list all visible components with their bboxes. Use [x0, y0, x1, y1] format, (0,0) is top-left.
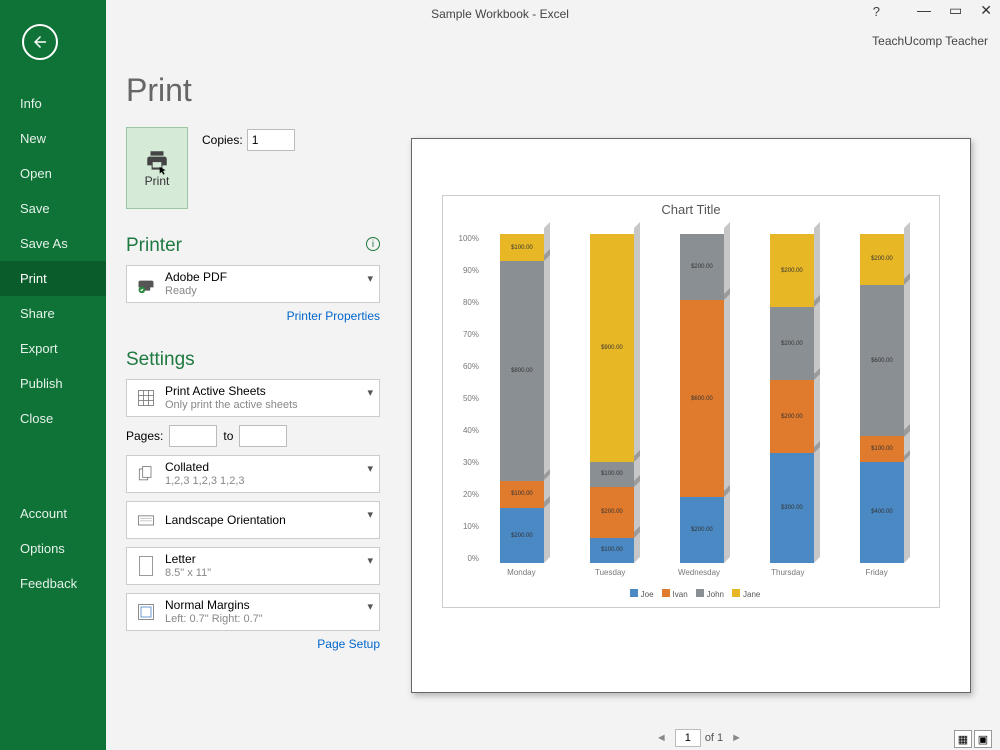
chevron-down-icon: ▾	[367, 462, 373, 475]
minimize-icon[interactable]: —	[917, 2, 931, 19]
user-name: TeachUcomp Teacher	[872, 34, 988, 48]
sidebar-item-export[interactable]: Export	[0, 331, 106, 366]
next-page-button[interactable]: ►	[731, 732, 742, 744]
margins-icon	[133, 602, 159, 622]
cursor-icon	[158, 166, 168, 176]
preview-page: Chart Title 100%90%80%70%60%50%40%30%20%…	[411, 138, 971, 693]
print-button[interactable]: Print	[126, 127, 188, 209]
chevron-down-icon: ▾	[367, 600, 373, 613]
sidebar-item-account[interactable]: Account	[0, 496, 106, 531]
print-what-select[interactable]: Print Active Sheets Only print the activ…	[126, 379, 380, 417]
sidebar-item-close[interactable]: Close	[0, 401, 106, 436]
info-icon[interactable]: i	[366, 237, 380, 251]
page-setup-link[interactable]: Page Setup	[126, 637, 380, 651]
print-preview: Chart Title 100%90%80%70%60%50%40%30%20%…	[398, 58, 1000, 750]
page-title: Print	[126, 72, 380, 109]
pages-to-input[interactable]	[239, 425, 287, 447]
back-button[interactable]	[22, 24, 58, 60]
sidebar-item-info[interactable]: Info	[0, 86, 106, 121]
settings-heading: Settings	[126, 349, 380, 371]
orientation-icon	[133, 510, 159, 530]
window-title: Sample Workbook - Excel	[431, 7, 569, 21]
pages-label: Pages:	[126, 429, 163, 443]
zoom-to-page-button[interactable]: ▣	[974, 730, 992, 748]
copies-label: Copies:	[202, 133, 243, 147]
sidebar-item-share[interactable]: Share	[0, 296, 106, 331]
preview-pager: ◄ of 1 ►	[398, 726, 1000, 750]
sidebar-item-new[interactable]: New	[0, 121, 106, 156]
print-options-pane: Print Print Copies: Printer i Adobe PDF …	[106, 58, 398, 750]
margins-select[interactable]: Normal Margins Left: 0.7" Right: 0.7" ▾	[126, 593, 380, 631]
page-icon	[133, 555, 159, 577]
bar-Tuesday: $900.00$100.00$200.00$100.00	[590, 234, 634, 563]
prev-page-button[interactable]: ◄	[656, 732, 667, 744]
chevron-down-icon: ▾	[367, 554, 373, 567]
bar-Wednesday: $200.00$600.00$200.00	[680, 234, 724, 563]
chevron-down-icon: ▾	[367, 272, 373, 285]
sheets-icon	[133, 388, 159, 408]
paper-size-select[interactable]: Letter 8.5" x 11" ▾	[126, 547, 380, 585]
collate-icon	[133, 464, 159, 484]
printer-properties-link[interactable]: Printer Properties	[126, 309, 380, 323]
collate-select[interactable]: Collated 1,2,3 1,2,3 1,2,3 ▾	[126, 455, 380, 493]
show-margins-button[interactable]: ▦	[954, 730, 972, 748]
bar-Friday: $200.00$600.00$100.00$400.00	[860, 234, 904, 563]
close-icon[interactable]: ✕	[980, 2, 992, 19]
sidebar-item-feedback[interactable]: Feedback	[0, 566, 106, 601]
chevron-down-icon: ▾	[367, 508, 373, 521]
copies-input[interactable]	[247, 129, 295, 151]
backstage-sidebar: InfoNewOpenSaveSave AsPrintShareExportPu…	[0, 0, 106, 750]
sidebar-item-options[interactable]: Options	[0, 531, 106, 566]
printer-status-icon	[133, 274, 159, 294]
restore-icon[interactable]: ▭	[949, 2, 962, 19]
orientation-select[interactable]: Landscape Orientation ▾	[126, 501, 380, 539]
chart-title: Chart Title	[443, 196, 939, 223]
sidebar-item-print[interactable]: Print	[0, 261, 106, 296]
printer-select[interactable]: Adobe PDF Ready ▾	[126, 265, 380, 303]
chevron-down-icon: ▾	[367, 386, 373, 399]
bar-Thursday: $200.00$200.00$200.00$300.00	[770, 234, 814, 563]
bar-Monday: $100.00$800.00$100.00$200.00	[500, 234, 544, 563]
sidebar-item-save-as[interactable]: Save As	[0, 226, 106, 261]
pages-from-input[interactable]	[169, 425, 217, 447]
sidebar-item-open[interactable]: Open	[0, 156, 106, 191]
page-number-input[interactable]	[675, 729, 701, 747]
sidebar-item-publish[interactable]: Publish	[0, 366, 106, 401]
sidebar-item-save[interactable]: Save	[0, 191, 106, 226]
printer-heading: Printer i	[126, 235, 380, 257]
help-icon[interactable]: ?	[873, 4, 880, 19]
chart: Chart Title 100%90%80%70%60%50%40%30%20%…	[442, 195, 940, 608]
